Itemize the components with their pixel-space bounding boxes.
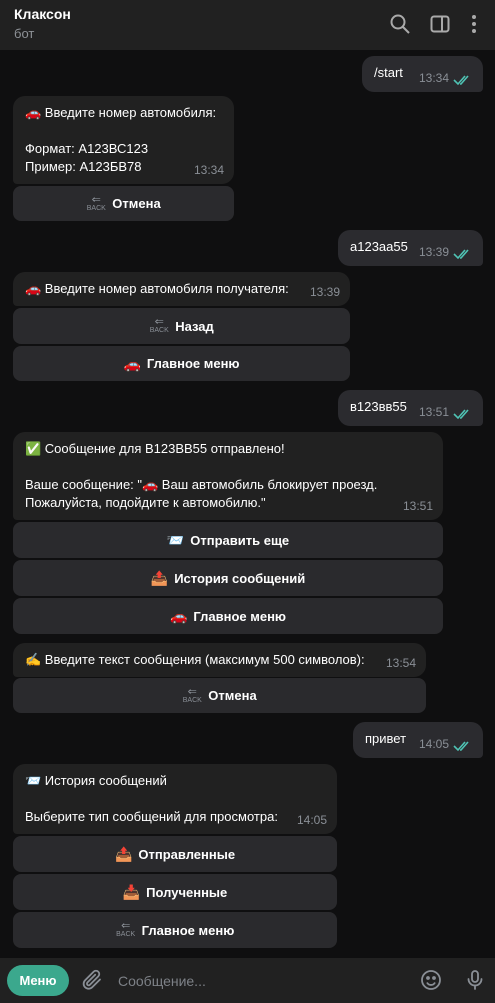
message-line: Пример: А123БВ78 xyxy=(25,159,142,174)
back-icon: ⇐ BACK xyxy=(116,920,136,939)
outgoing-message[interactable]: а123аа55 13:39 xyxy=(338,230,483,266)
message-time: 13:51 xyxy=(418,405,449,419)
message-time: 13:34 xyxy=(418,71,449,85)
message-time: 14:05 xyxy=(418,737,449,751)
chat-title[interactable]: Клаксон xyxy=(14,6,71,22)
attach-icon[interactable] xyxy=(80,968,104,992)
inline-button-main-menu[interactable]: ⇐ BACK Главное меню xyxy=(13,912,337,948)
message-line: Ваше сообщение: "🚗 Ваш автомобиль блокир… xyxy=(25,477,378,492)
double-check-icon xyxy=(453,247,473,261)
sidebar-toggle-icon[interactable] xyxy=(428,12,452,36)
message-time: 13:51 xyxy=(402,499,433,513)
message-time: 13:39 xyxy=(418,245,449,259)
inline-button-cancel[interactable]: ⇐ BACK Отмена xyxy=(13,186,234,221)
incoming-message: 📨 История сообщений Выберите тип сообщен… xyxy=(13,764,337,834)
back-icon: ⇐ BACK xyxy=(86,193,106,212)
inline-button-send-more[interactable]: 📨 Отправить еще xyxy=(13,522,443,558)
inline-button-received[interactable]: 📥 Полученные xyxy=(13,874,337,910)
inline-button-main-menu[interactable]: 🚗 Главное меню xyxy=(13,598,443,634)
more-vertical-icon[interactable] xyxy=(462,12,486,36)
outbox-icon: 📤 xyxy=(150,570,169,586)
outgoing-message[interactable]: привет 14:05 xyxy=(353,722,483,758)
incoming-message: ✅ Сообщение для В123ВВ55 отправлено! Ваш… xyxy=(13,432,443,520)
message-text: а123аа55 xyxy=(350,239,408,254)
incoming-message: ✍️ Введите текст сообщения (максимум 500… xyxy=(13,643,426,677)
envelope-icon: 📨 xyxy=(166,532,185,548)
button-label: Главное меню xyxy=(146,356,240,371)
message-line: Формат: А123ВС123 xyxy=(25,141,149,156)
message-line: 🚗 Введите номер автомобиля получателя: xyxy=(25,281,289,296)
message-time: 13:39 xyxy=(309,285,340,299)
inline-button-cancel[interactable]: ⇐ BACK Отмена xyxy=(13,678,426,713)
double-check-icon xyxy=(453,739,473,753)
command-link[interactable]: /start xyxy=(374,65,403,80)
message-line: ✅ Сообщение для В123ВВ55 отправлено! xyxy=(25,441,285,456)
outbox-icon: 📤 xyxy=(114,846,133,862)
double-check-icon xyxy=(453,73,473,87)
microphone-icon[interactable] xyxy=(463,968,487,992)
outgoing-message[interactable]: /start 13:34 xyxy=(362,56,483,92)
button-label: История сообщений xyxy=(174,570,306,586)
inline-button-back[interactable]: ⇐ BACK Назад xyxy=(13,308,350,344)
inline-button-sent[interactable]: 📤 Отправленные xyxy=(13,836,337,872)
incoming-message: 🚗 Введите номер автомобиля: Формат: А123… xyxy=(13,96,234,184)
inbox-icon: 📥 xyxy=(122,884,141,900)
button-label: Назад xyxy=(175,318,214,334)
message-time: 13:34 xyxy=(193,163,224,177)
message-line: 🚗 Введите номер автомобиля: xyxy=(25,105,217,120)
button-label: Отправленные xyxy=(138,846,236,862)
button-label: Отмена xyxy=(208,688,257,703)
inline-button-main-menu[interactable]: 🚗 Главное меню xyxy=(13,346,350,381)
button-label: Отмена xyxy=(112,196,161,211)
message-line: 📨 История сообщений xyxy=(25,773,167,788)
chat-subtitle: бот xyxy=(14,26,35,41)
message-line: ✍️ Введите текст сообщения (максимум 500… xyxy=(25,652,365,667)
button-label: Отправить еще xyxy=(190,532,290,548)
message-line: Пожалуйста, подойдите к автомобилю." xyxy=(25,495,266,510)
button-label: Главное меню xyxy=(141,922,235,938)
message-input[interactable] xyxy=(118,970,408,992)
car-icon: 🚗 xyxy=(169,608,188,624)
message-list[interactable]: /start 13:34 🚗 Введите номер автомобиля:… xyxy=(0,50,495,958)
bot-menu-button[interactable]: Меню xyxy=(7,965,69,996)
message-text: в123вв55 xyxy=(350,399,407,414)
car-icon: 🚗 xyxy=(123,355,141,372)
button-label: Главное меню xyxy=(193,608,287,624)
emoji-icon[interactable] xyxy=(419,968,443,992)
incoming-message: 🚗 Введите номер автомобиля получателя: 1… xyxy=(13,272,350,306)
inline-button-message-history[interactable]: 📤 История сообщений xyxy=(13,560,443,596)
search-icon[interactable] xyxy=(388,12,412,36)
message-line: Выберите тип сообщений для просмотра: xyxy=(25,809,278,824)
button-label: Полученные xyxy=(146,884,228,900)
chat-header: Клаксон бот xyxy=(0,0,495,50)
outgoing-message[interactable]: в123вв55 13:51 xyxy=(338,390,483,426)
message-text: привет xyxy=(365,731,407,746)
composer-bar: Меню xyxy=(0,958,495,1003)
message-time: 13:54 xyxy=(385,656,416,670)
back-icon: ⇐ BACK xyxy=(149,316,169,335)
back-icon: ⇐ BACK xyxy=(182,685,202,704)
double-check-icon xyxy=(453,407,473,421)
message-time: 14:05 xyxy=(296,813,327,827)
